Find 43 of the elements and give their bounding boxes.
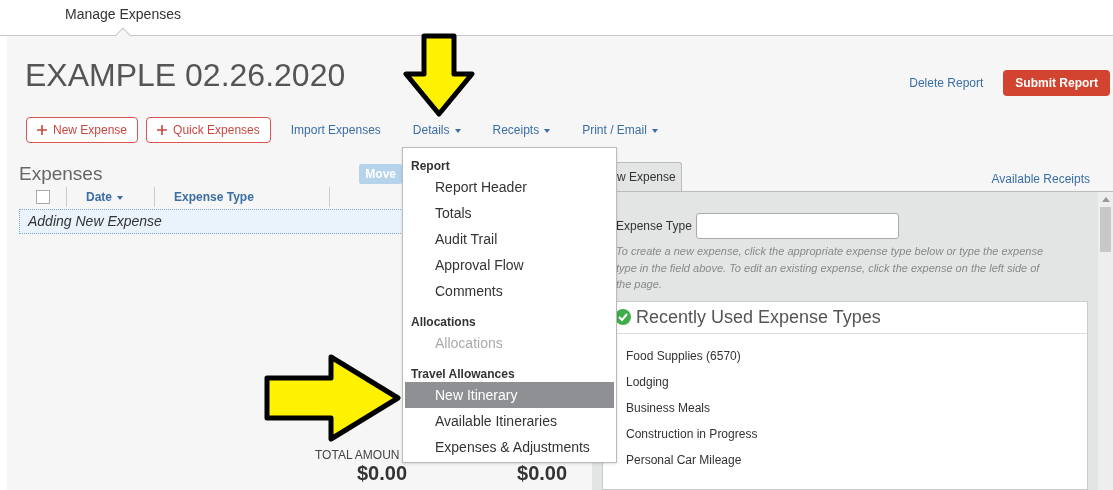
select-all-checkbox[interactable] (35, 190, 50, 204)
nav-tab[interactable]: Manage Expenses (65, 0, 181, 25)
menu-heading: Allocations (410, 314, 477, 330)
add-button[interactable]: New Expense (26, 117, 139, 143)
plus-icon (157, 125, 168, 135)
menu-link[interactable]: Receipts (480, 121, 563, 139)
submit-button[interactable]: Submit Report (1003, 70, 1110, 96)
field-label: Expense Type (616, 218, 692, 235)
column-header[interactable]: Expense Type (174, 188, 254, 206)
scroll-up-icon[interactable] (1101, 197, 1110, 202)
import-link[interactable]: Import Expenses (278, 121, 393, 139)
caret-icon (454, 128, 461, 133)
total-label: TOTAL AMOUN (315, 448, 400, 462)
caret-icon (117, 195, 123, 200)
menu-heading: Travel Allowances (410, 366, 516, 382)
menu-link[interactable]: Print / Email (570, 121, 670, 139)
add-button[interactable]: Quick Expenses (146, 117, 271, 143)
scrollbar[interactable] (1098, 192, 1113, 490)
card-title: Recently Used Expense Types (636, 305, 881, 329)
menu-item[interactable]: Approval Flow (403, 252, 616, 278)
total-amount: $0.00 (517, 462, 568, 484)
report-title: EXAMPLE 02.26.2020 (25, 56, 346, 94)
expense-type-item[interactable]: Business Meals (626, 399, 1087, 416)
expense-type-item[interactable]: Food Supplies (6570) (626, 347, 1087, 364)
expense-type-item[interactable]: Construction in Progress (626, 425, 1087, 442)
caret-icon (544, 128, 551, 133)
section-title: Expenses (19, 163, 103, 185)
menu-heading: Report (410, 158, 451, 174)
scroll-thumb[interactable] (1100, 207, 1111, 252)
menu-item[interactable]: Comments (403, 278, 616, 304)
expense-type-field[interactable] (695, 213, 899, 239)
receipts-link[interactable]: Available Receipts (991, 170, 1090, 188)
menu-item[interactable]: Expenses & Adjustments (403, 434, 616, 460)
expense-type-item[interactable]: Lodging (626, 373, 1087, 390)
delete-link[interactable]: Delete Report (909, 74, 984, 92)
hint-text: To create a new expense, click the appropriate expense type below or type the expense type in the field above. To edit an existing expense, click the expense on the left side of the page. (616, 244, 1045, 292)
menu-link[interactable]: Details (400, 121, 473, 139)
caret-icon (651, 128, 658, 133)
expense-type-item[interactable]: Personal Car Mileage (626, 451, 1087, 468)
menu-item[interactable]: Available Itineraries (403, 408, 616, 434)
column-header[interactable]: Date (86, 188, 123, 206)
total-amount: $0.00 (357, 462, 408, 484)
plus-icon (37, 125, 47, 135)
